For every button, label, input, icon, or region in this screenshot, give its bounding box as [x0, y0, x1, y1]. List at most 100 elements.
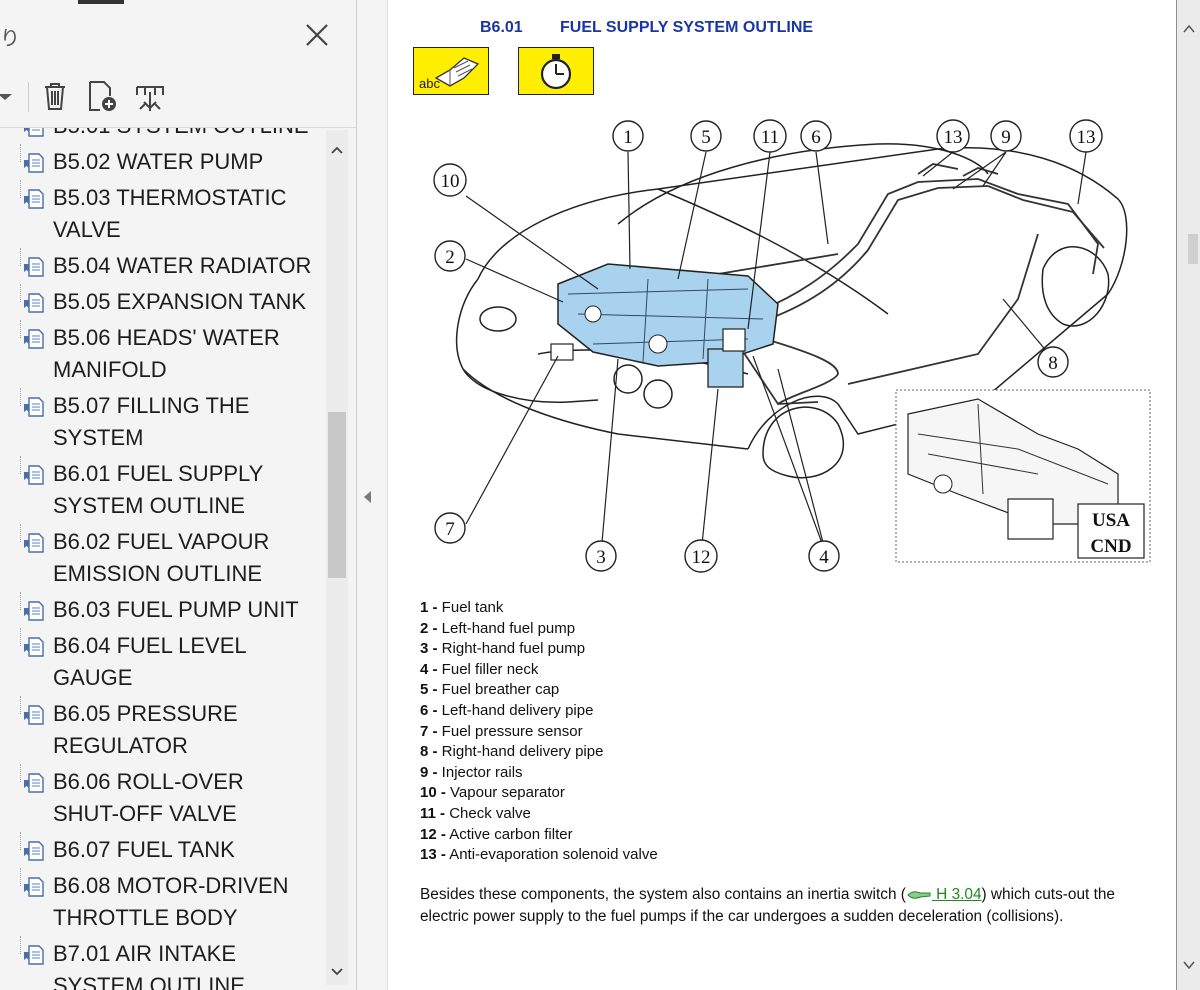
bookmark-tree: B5.01 SYSTEM OUTLINE B5.02 WATER PUMP B5.0… [0, 128, 322, 990]
legend-number: 11 - [420, 804, 446, 822]
legend-number: 12 - [420, 825, 446, 843]
bookmark-item[interactable]: B5.01 SYSTEM OUTLINE [0, 128, 322, 142]
legend-number: 2 - [420, 619, 438, 637]
scroll-up-icon[interactable] [328, 142, 346, 160]
bookmark-item[interactable]: B5.05 EXPANSION TANK [0, 284, 322, 318]
legend-item: 8 - Right-hand delivery pipe [420, 742, 658, 763]
legend-number: 8 - [420, 743, 438, 761]
timer-button[interactable] [518, 47, 594, 95]
legend-item: 6 - Left-hand delivery pipe [420, 701, 658, 722]
delete-bookmark-icon[interactable] [37, 78, 73, 114]
scroll-up-icon[interactable] [1183, 24, 1195, 34]
bookmark-item[interactable]: B6.02 FUEL VAPOUR EMISSION OUTLINE [0, 524, 322, 590]
bookmark-page-icon [24, 841, 44, 861]
bookmark-item[interactable]: B5.03 THERMOSTATIC VALVE [0, 180, 322, 246]
legend-number: 4 - [420, 660, 438, 678]
bookmark-item[interactable]: B6.04 FUEL LEVEL GAUGE [0, 628, 322, 694]
legend-item: 2 - Left-hand fuel pump [420, 619, 658, 640]
callout-11: 11 [761, 127, 779, 148]
bookmark-item[interactable]: B6.03 FUEL PUMP UNIT [0, 592, 322, 626]
legend-item: 10 - Vapour separator [420, 783, 658, 804]
glossary-button[interactable]: abc [413, 47, 489, 95]
inset-label-cnd: CND [1090, 536, 1131, 557]
legend-text: Right-hand delivery pipe [437, 743, 604, 761]
bookmark-page-icon [24, 945, 44, 965]
legend-number: 13 - [420, 846, 446, 864]
callout-5: 5 [701, 127, 711, 148]
bookmarks-panel: り B5.01 SYSTEM OUTLINEB5.02 WATER PUMPB5… [0, 0, 357, 990]
legend-text: Fuel pressure sensor [437, 722, 583, 740]
bookmark-label: B6.04 FUEL LEVEL GAUGE [53, 633, 246, 690]
panel-scrollbar-thumb[interactable] [328, 412, 346, 578]
legend-text: Right-hand fuel pump [437, 640, 586, 658]
usa-cnd-inset: USA CND [895, 389, 1151, 563]
callout-12: 12 [692, 547, 711, 568]
document-scrollbar-thumb[interactable] [1188, 234, 1198, 264]
bookmark-page-icon [24, 189, 44, 209]
legend-number: 1 - [420, 599, 438, 616]
callout-2: 2 [445, 247, 455, 268]
legend-text: Fuel tank [437, 599, 504, 616]
bookmark-item[interactable]: B6.05 PRESSURE REGULATOR [0, 696, 322, 762]
legend-item: 9 - Injector rails [420, 763, 658, 784]
bookmark-page-icon [24, 705, 44, 725]
stopwatch-icon [540, 54, 572, 90]
legend-text: Active carbon filter [445, 825, 573, 843]
scroll-down-icon[interactable] [328, 962, 346, 980]
scroll-down-icon[interactable] [1183, 960, 1195, 970]
pointing-hand-icon [907, 891, 931, 899]
bookmark-item[interactable]: B5.07 FILLING THE SYSTEM [0, 388, 322, 454]
component-legend: 1 - Fuel tank 2 - Left-hand fuel pump 3 - … [420, 598, 658, 866]
dropdown-caret-icon[interactable] [0, 78, 14, 114]
document-scrollbar-track[interactable] [1177, 0, 1200, 990]
legend-item: 1 - Fuel tank [420, 598, 658, 619]
legend-item: 11 - Check valve [420, 804, 658, 825]
bookmark-label: B5.07 FILLING THE SYSTEM [53, 393, 250, 450]
legend-item: 5 - Fuel breather cap [420, 680, 658, 701]
bookmark-label: B5.03 THERMOSTATIC VALVE [53, 185, 287, 242]
legend-item: 4 - Fuel filler neck [420, 660, 658, 681]
bookmark-label: B5.04 WATER RADIATOR [53, 253, 312, 278]
fuel-system-diagram: 1 5 11 6 13 9 13 10 2 7 3 12 4 8 USA CND [433, 119, 1151, 573]
cross-reference-link[interactable]: H 3.04 [906, 886, 982, 903]
bookmark-item[interactable]: B7.01 AIR INTAKE SYSTEM OUTLINE [0, 936, 322, 990]
legend-item: 13 - Anti-evaporation solenoid valve [420, 845, 658, 866]
legend-text: Fuel breather cap [437, 681, 560, 699]
bookmark-page-icon [24, 153, 44, 173]
bookmark-item[interactable]: B6.06 ROLL-OVER SHUT-OFF VALVE [0, 764, 322, 830]
bookmark-page-icon [24, 329, 44, 349]
active-tab-indicator [78, 0, 124, 4]
legend-text: Injector rails [437, 763, 523, 781]
callout-10: 10 [441, 171, 460, 192]
expand-bookmark-icon[interactable] [132, 78, 168, 114]
bookmark-page-icon [24, 877, 44, 897]
collapse-panel-icon[interactable] [361, 488, 375, 506]
callout-4: 4 [819, 547, 829, 568]
new-bookmark-icon[interactable] [84, 78, 120, 114]
bookmark-label: B6.03 FUEL PUMP UNIT [53, 597, 299, 622]
legend-item: 3 - Right-hand fuel pump [420, 639, 658, 660]
bookmark-item[interactable]: B6.07 FUEL TANK [0, 832, 322, 866]
bookmark-label: B7.01 AIR INTAKE SYSTEM OUTLINE [53, 941, 245, 990]
legend-text: Left-hand fuel pump [437, 619, 576, 637]
bookmark-item[interactable]: B5.02 WATER PUMP [0, 144, 322, 178]
legend-item: 12 - Active carbon filter [420, 825, 658, 846]
legend-text: Check valve [445, 804, 531, 822]
bookmark-item[interactable]: B6.08 MOTOR-DRIVEN THROTTLE BODY [0, 868, 322, 934]
cross-reference-label[interactable]: H 3.04 [932, 886, 981, 903]
bookmark-item[interactable]: B6.01 FUEL SUPPLY SYSTEM OUTLINE [0, 456, 322, 522]
bookmark-item[interactable]: B5.06 HEADS' WATER MANIFOLD [0, 320, 322, 386]
bookmark-page-icon [24, 637, 44, 657]
bookmark-page-icon [24, 601, 44, 621]
bookmark-label: B6.07 FUEL TANK [53, 837, 235, 862]
close-icon[interactable] [300, 18, 334, 52]
legend-number: 9 - [420, 763, 438, 781]
callout-7: 7 [445, 519, 455, 540]
bookmark-item[interactable]: B5.04 WATER RADIATOR [0, 248, 322, 282]
legend-text: Fuel filler neck [437, 660, 539, 678]
bookmark-label: B6.05 PRESSURE REGULATOR [53, 701, 238, 758]
bookmark-label: B5.01 SYSTEM OUTLINE [53, 128, 309, 138]
callout-8: 8 [1048, 353, 1058, 374]
document-page: B6.01 FUEL SUPPLY SYSTEM OUTLINE abc 1 5… [388, 0, 1176, 990]
legend-number: 6 - [420, 701, 438, 719]
